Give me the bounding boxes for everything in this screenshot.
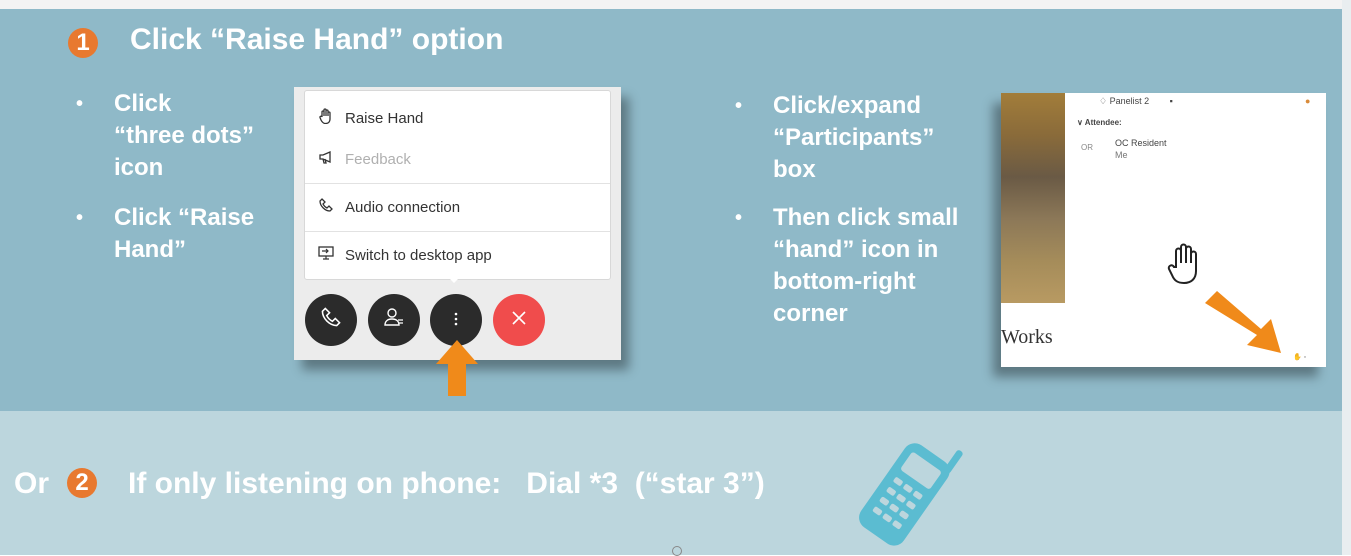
bullet-line: bottom-right: [773, 268, 916, 295]
right-bullets: Click/expand “Participants” box Then cli…: [735, 90, 995, 348]
step1-heading: Click “Raise Hand” option: [130, 23, 504, 56]
more-options-menu: Raise Hand Feedback Audio connection Swi…: [304, 90, 611, 280]
menu-screenshot: Raise Hand Feedback Audio connection Swi…: [294, 87, 621, 360]
raise-hand-small-icon[interactable]: ✋: [1293, 354, 1302, 361]
left-bullets: Click “three dots” icon Click “Raise Han…: [76, 88, 306, 284]
participants-screenshot: ♢ Panelist 2 ▪ ● ∨ Attendee: OR OC Resid…: [1001, 93, 1326, 367]
bullet-line: Then click small: [773, 204, 959, 231]
menu-item-switch-desktop[interactable]: Switch to desktop app: [305, 232, 610, 278]
phone-control-button[interactable]: [305, 294, 357, 346]
bullet-participants: Click/expand “Participants” box: [735, 90, 995, 186]
chevron-down-icon: ∨: [1077, 118, 1083, 127]
bullet-line: Click: [114, 90, 172, 117]
or-label: Or: [14, 467, 50, 500]
bullet-hand-icon: Then click small “hand” icon in bottom-r…: [735, 202, 995, 330]
mute-icon: ●: [1305, 96, 1311, 106]
menu-item-label: Raise Hand: [345, 109, 424, 127]
phone-icon: [321, 307, 341, 333]
menu-item-feedback[interactable]: Feedback: [305, 136, 610, 182]
attendee-initials: OR: [1081, 143, 1093, 152]
bullet-line: “hand” icon in: [773, 236, 939, 263]
bullet-line: corner: [773, 300, 848, 327]
bullet-three-dots: Click “three dots” icon: [76, 88, 306, 184]
bullet-line: “Participants”: [773, 124, 935, 151]
menu-item-audio-connection[interactable]: Audio connection: [305, 184, 610, 230]
end-meeting-button[interactable]: [493, 294, 545, 346]
menu-caret: [446, 275, 462, 283]
step1-number-badge: 1: [68, 28, 98, 58]
close-icon: [510, 307, 528, 333]
bullet-line: “three dots”: [114, 122, 255, 149]
panelist-name: Panelist 2: [1109, 96, 1150, 106]
video-thumbnail: [1001, 93, 1065, 303]
cell-phone-icon: [859, 443, 963, 546]
hand-icon: [315, 108, 337, 128]
step2-number-badge: 2: [67, 468, 97, 498]
menu-item-label: Audio connection: [345, 198, 461, 216]
arrow-down-right-icon: [1205, 291, 1281, 353]
top-strip: [0, 0, 1351, 9]
right-edge: [1342, 0, 1351, 555]
bullet-line: Hand”: [114, 236, 186, 263]
bullet-line: icon: [114, 154, 164, 181]
attendee-name[interactable]: OC Resident: [1115, 138, 1167, 148]
menu-item-raise-hand[interactable]: Raise Hand: [305, 95, 610, 141]
participants-control-button[interactable]: [368, 294, 420, 346]
attendee-section-header[interactable]: ∨ Attendee:: [1077, 118, 1122, 127]
panelist-row[interactable]: ♢ Panelist 2 ▪: [1099, 96, 1173, 107]
menu-item-label: Switch to desktop app: [345, 246, 492, 264]
phone-icon: [315, 198, 337, 216]
desktop-icon: [315, 246, 337, 264]
person-icon: ♢: [1099, 96, 1108, 106]
megaphone-icon: [315, 150, 337, 168]
bullet-line: box: [773, 156, 816, 183]
hand-cursor-icon: [1166, 243, 1206, 297]
menu-item-label: Feedback: [345, 150, 411, 168]
works-text: Works: [1001, 326, 1053, 348]
feedback-small-icon[interactable]: ▫: [1304, 354, 1306, 361]
bullet-line: Click “Raise: [114, 204, 255, 231]
attendee-sub: Me: [1115, 150, 1128, 160]
bottom-right-controls: ✋ ▫: [1293, 353, 1306, 361]
signal-icon: ▪: [1169, 96, 1173, 106]
three-dots-icon: [453, 307, 459, 333]
bullet-raise-hand: Click “Raise Hand”: [76, 202, 306, 266]
step2-instruction: If only listening on phone: Dial *3 (“st…: [128, 467, 765, 500]
person-icon: [383, 306, 405, 334]
bullet-line: Click/expand: [773, 92, 922, 119]
arrow-up-icon: [436, 340, 478, 396]
